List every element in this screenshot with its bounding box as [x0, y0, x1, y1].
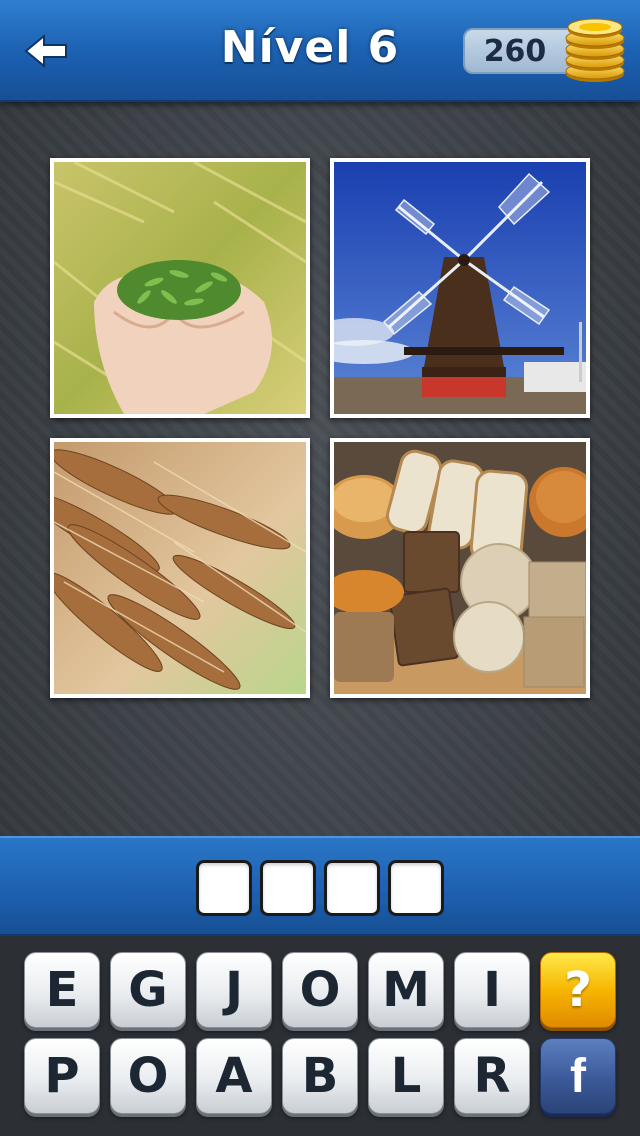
answer-slot-4[interactable]	[388, 860, 444, 916]
letter-key[interactable]: A	[196, 1038, 272, 1114]
picture-hands-grain[interactable]	[50, 158, 310, 418]
letter-key[interactable]: O	[282, 952, 358, 1028]
letter-key[interactable]: B	[282, 1038, 358, 1114]
picture-bread[interactable]	[330, 438, 590, 698]
letter-key[interactable]: G	[110, 952, 186, 1028]
windmill-image	[334, 162, 586, 414]
letter-key[interactable]: I	[454, 952, 530, 1028]
answer-slot-2[interactable]	[260, 860, 316, 916]
letter-key[interactable]: J	[196, 952, 272, 1028]
letter-key[interactable]: E	[24, 952, 100, 1028]
answer-slot-1[interactable]	[196, 860, 252, 916]
letter-key[interactable]: L	[368, 1038, 444, 1114]
answer-slot-3[interactable]	[324, 860, 380, 916]
facebook-share-button[interactable]: f	[540, 1038, 616, 1114]
letter-keyboard: E G J O M I ? P O A B L R f	[0, 936, 640, 1136]
level-title: Nível 6	[220, 22, 400, 73]
coin-stack-icon	[565, 18, 625, 82]
answer-bar	[0, 836, 640, 936]
picture-windmill[interactable]	[330, 158, 590, 418]
bread-image	[334, 442, 586, 694]
letter-key[interactable]: M	[368, 952, 444, 1028]
top-bar: Nível 6 260	[0, 0, 640, 102]
letter-key[interactable]: P	[24, 1038, 100, 1114]
wheat-image	[54, 442, 306, 694]
hands-grain-image	[54, 162, 306, 414]
coin-count: 260	[483, 34, 547, 69]
back-button[interactable]	[20, 28, 72, 74]
back-arrow-icon	[24, 34, 67, 68]
hint-button[interactable]: ?	[540, 952, 616, 1028]
picture-wheat[interactable]	[50, 438, 310, 698]
letter-key[interactable]: R	[454, 1038, 530, 1114]
letter-key[interactable]: O	[110, 1038, 186, 1114]
